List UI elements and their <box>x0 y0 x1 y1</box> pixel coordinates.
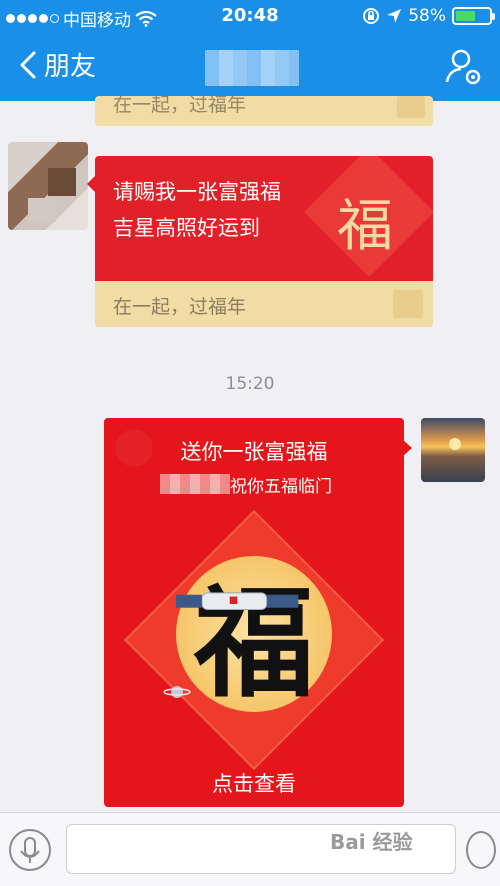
planet-icon <box>163 686 191 698</box>
footer-logo-icon <box>397 96 425 118</box>
card-line-1: 请赐我一张富强福 <box>113 180 281 204</box>
top-bar: 中国移动 20:48 58% 朋友 <box>0 0 500 101</box>
nav-bar: 朋友 <box>0 32 500 101</box>
fu-character: 福 <box>194 573 314 714</box>
friend-avatar[interactable] <box>8 142 88 230</box>
card-footer: 在一起，过福年 <box>95 281 433 327</box>
footer-logo-icon <box>393 290 423 318</box>
back-label: 朋友 <box>44 52 97 82</box>
watermark-logo: Bai 经验 <box>330 830 413 854</box>
battery-icon <box>452 7 495 25</box>
contact-name-redacted <box>205 50 299 86</box>
footer-text: 在一起，过福年 <box>113 296 247 318</box>
outgoing-fu-card[interactable]: 送你一张富强福 祝你五福临门 福 点击查看 <box>104 418 404 807</box>
outgoing-bubble-arrow <box>403 440 412 456</box>
partial-message-footer[interactable]: 在一起，过福年 <box>95 96 433 126</box>
status-bar: 中国移动 20:48 58% <box>0 0 500 32</box>
back-button[interactable]: 朋友 <box>18 46 96 83</box>
timestamp: 15:20 <box>225 374 275 394</box>
chevron-left-icon <box>20 51 36 78</box>
fu-character: 福 <box>337 194 393 259</box>
card-body: 请赐我一张富强福 吉星高照好运到 福 <box>95 156 433 281</box>
input-bar <box>0 812 500 886</box>
card-line-2: 吉星高照好运到 <box>113 216 260 240</box>
rotation-lock-icon <box>363 8 380 24</box>
microphone-icon <box>20 837 40 863</box>
incoming-fu-card[interactable]: 请赐我一张富强福 吉星高照好运到 福 在一起，过福年 <box>95 156 433 327</box>
sender-name-redacted <box>160 474 230 494</box>
footer-text: 在一起，过福年 <box>113 96 247 116</box>
incoming-bubble-arrow <box>87 176 95 192</box>
my-avatar[interactable] <box>421 418 485 482</box>
more-button[interactable] <box>466 831 496 869</box>
user-settings-icon[interactable] <box>444 46 484 86</box>
status-right: 58% <box>362 6 495 26</box>
space-station-icon <box>175 592 299 611</box>
battery-percent: 58% <box>408 6 446 26</box>
view-action[interactable]: 点击查看 <box>104 768 404 798</box>
location-arrow-icon <box>387 9 402 23</box>
card-subtitle: 祝你五福临门 <box>230 477 332 497</box>
card-title: 送你一张富强福 <box>180 440 328 464</box>
voice-button[interactable] <box>9 829 51 871</box>
